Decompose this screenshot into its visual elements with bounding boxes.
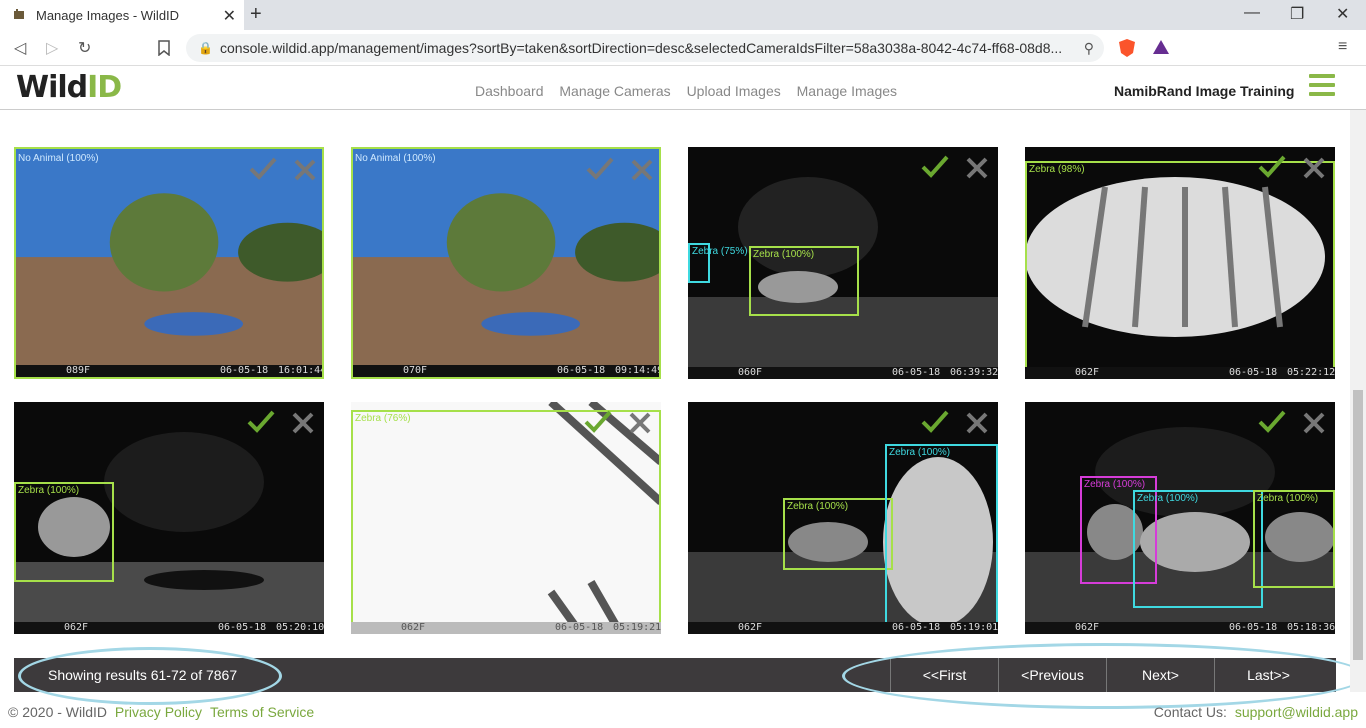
reject-x-icon[interactable] <box>292 157 318 183</box>
reject-x-icon[interactable] <box>627 410 653 436</box>
nav-upload-images[interactable]: Upload Images <box>687 83 781 99</box>
forward-icon[interactable]: ▷ <box>46 38 58 58</box>
verify-check-icon[interactable] <box>1257 408 1287 434</box>
scrollbar-thumb[interactable] <box>1353 390 1363 660</box>
detection-box[interactable]: Zebra (75%) <box>688 243 748 283</box>
tab-title: Manage Images - WildID <box>36 7 180 23</box>
top-navigation: Dashboard Manage Cameras Upload Images M… <box>475 83 909 99</box>
url-text: console.wildid.app/management/images?sor… <box>220 40 1063 56</box>
reject-x-icon[interactable] <box>1301 410 1327 436</box>
bbox-label: No Animal (100%) <box>355 153 436 164</box>
browser-tabbar: Manage Images - WildID ✕ + — ❐ ✕ <box>0 0 1366 30</box>
scrollbar[interactable] <box>1350 110 1366 692</box>
project-name: NamibRand Image Training <box>1114 83 1295 99</box>
minimize-icon[interactable]: — <box>1244 4 1260 22</box>
camera-info-strip: 062F 06-05-18 05:20:10 <box>14 622 324 634</box>
terms-of-service-link[interactable]: Terms of Service <box>210 704 314 720</box>
camera-info-strip: 062F 06-05-18 05:19:21 <box>351 622 661 634</box>
browser-tab[interactable]: Manage Images - WildID ✕ <box>0 0 244 30</box>
image-card[interactable]: Zebra (100%) Zebra (100%) Zebra (100%) 0… <box>1025 402 1335 634</box>
detection-box[interactable]: Zebra (98%) <box>1025 161 1335 379</box>
privacy-policy-link[interactable]: Privacy Policy <box>115 704 202 720</box>
camera-info-strip: 060F 06-05-18 06:39:32 <box>688 367 998 379</box>
menu-icon[interactable]: ≡ <box>1338 38 1347 56</box>
site-header: WildID Dashboard Manage Cameras Upload I… <box>0 66 1366 110</box>
contact-label: Contact Us: <box>1153 704 1227 720</box>
wildid-logo[interactable]: WildID <box>16 70 122 105</box>
verify-check-icon[interactable] <box>585 155 615 181</box>
daytime-photo <box>353 149 659 377</box>
camera-info-strip: 062F 06-05-18 05:19:01 <box>688 622 998 634</box>
hamburger-menu-icon[interactable] <box>1309 74 1335 101</box>
camera-info-strip: 062F 06-05-18 05:22:12 <box>1025 367 1335 379</box>
reject-x-icon[interactable] <box>964 155 990 181</box>
site-footer: © 2020 - WildID Privacy Policy Terms of … <box>0 692 1366 728</box>
close-tab-icon[interactable]: ✕ <box>223 6 236 26</box>
detection-box[interactable]: Zebra (100%) <box>885 444 998 626</box>
detection-box[interactable]: Zebra (100%) <box>749 246 859 316</box>
verify-check-icon[interactable] <box>583 408 613 434</box>
brave-shield-icon[interactable] <box>1118 38 1136 58</box>
image-card[interactable]: No Animal (100%) 070F 06-05-18 09:14:49 <box>351 147 661 379</box>
verify-check-icon[interactable] <box>246 408 276 434</box>
image-card[interactable]: Zebra (100%) 062F 06-05-18 05:20:10 <box>14 402 324 634</box>
url-input[interactable]: 🔒 console.wildid.app/management/images?s… <box>186 34 1104 62</box>
reject-x-icon[interactable] <box>290 410 316 436</box>
detection-box[interactable]: Zebra (76%) <box>351 410 661 628</box>
camera-info-strip: 062F 06-05-18 05:18:36 <box>1025 622 1335 634</box>
rewards-icon[interactable] <box>1152 39 1170 55</box>
reject-x-icon[interactable] <box>629 157 655 183</box>
camera-info-strip: 070F 06-05-18 09:14:49 <box>353 365 659 377</box>
contact-email-link[interactable]: support@wildid.app <box>1235 704 1358 720</box>
back-icon[interactable]: ◁ <box>14 38 26 58</box>
close-window-icon[interactable]: ✕ <box>1336 4 1349 24</box>
detection-box[interactable]: Zebra (100%) <box>14 482 114 582</box>
zoom-icon[interactable]: ⚲ <box>1084 34 1094 62</box>
daytime-photo <box>16 149 322 377</box>
bookmark-icon[interactable] <box>158 40 170 56</box>
image-card[interactable]: Zebra (75%) Zebra (100%) 060F 06-05-18 06:… <box>688 147 998 379</box>
image-card[interactable]: Zebra (100%) Zebra (100%) 062F 06-05-18 05… <box>688 402 998 634</box>
wildid-favicon-icon <box>14 9 24 19</box>
image-card[interactable]: No Animal (100%) 089F 06-05-18 16:01:44 <box>14 147 324 379</box>
nav-manage-cameras[interactable]: Manage Cameras <box>559 83 670 99</box>
detection-box[interactable]: Zebra (100%) <box>783 498 893 570</box>
camera-info-strip: 089F 06-05-18 16:01:44 <box>16 365 322 377</box>
verify-check-icon[interactable] <box>920 153 950 179</box>
copyright-text: © 2020 - WildID <box>8 704 108 720</box>
lock-icon: 🔒 <box>198 41 213 55</box>
image-card[interactable]: Zebra (98%) 062F 06-05-18 05:22:12 <box>1025 147 1335 379</box>
verify-check-icon[interactable] <box>248 155 278 181</box>
browser-toolbar: ◁ ▷ ↻ 🔒 console.wildid.app/management/im… <box>0 30 1366 66</box>
restore-icon[interactable]: ❐ <box>1290 4 1304 24</box>
nav-manage-images[interactable]: Manage Images <box>797 83 897 99</box>
reject-x-icon[interactable] <box>964 410 990 436</box>
detection-box[interactable]: Zebra (100%) <box>1253 490 1335 588</box>
reject-x-icon[interactable] <box>1301 155 1327 181</box>
image-gallery: No Animal (100%) 089F 06-05-18 16:01:44 No… <box>0 110 1366 709</box>
reload-icon[interactable]: ↻ <box>78 38 91 58</box>
new-tab-icon[interactable]: + <box>250 3 262 26</box>
bbox-label: No Animal (100%) <box>18 153 99 164</box>
verify-check-icon[interactable] <box>1257 153 1287 179</box>
nav-dashboard[interactable]: Dashboard <box>475 83 544 99</box>
verify-check-icon[interactable] <box>920 408 950 434</box>
image-card[interactable]: Zebra (76%) 062F 06-05-18 05:19:21 <box>351 402 661 634</box>
detection-box[interactable]: Zebra (100%) <box>1133 490 1263 608</box>
